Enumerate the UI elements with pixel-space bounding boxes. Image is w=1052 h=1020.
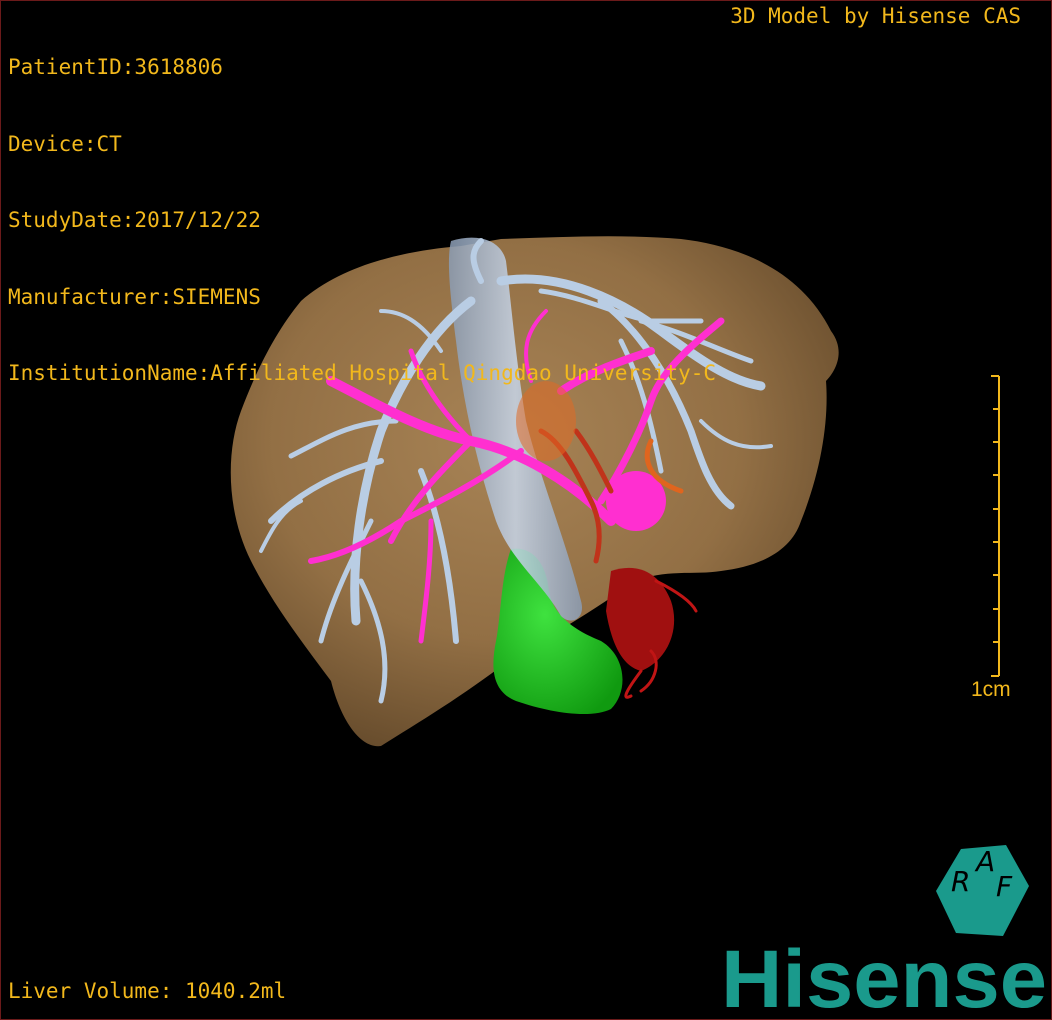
hisense-logo: Hisense [721, 937, 1047, 1017]
liver-volume: Liver Volume: 1040.2ml [8, 979, 287, 1003]
model-credit: 3D Model by Hisense CAS [730, 4, 1021, 28]
study-date: StudyDate:2017/12/22 [8, 208, 261, 232]
scale-label: 1cm [971, 678, 1011, 701]
raf-logo: R A F [936, 845, 1029, 936]
patient-id: PatientID:3618806 [8, 55, 223, 79]
raf-letter-r: R [951, 865, 970, 898]
raf-letter-a: A [974, 845, 995, 878]
celiac-trunk [606, 567, 675, 671]
manufacturer: Manufacturer:SIEMENS [8, 284, 261, 309]
scale-bar [991, 375, 1000, 677]
raf-letter-f: F [996, 870, 1013, 903]
3d-viewport[interactable]: PatientID:3618806 Device:CT StudyDate:20… [0, 0, 1052, 1020]
institution-name: InstitutionName:Affiliated Hospital Qing… [8, 361, 717, 385]
device: Device:CT [8, 131, 122, 156]
dicom-info: PatientID:3618806 Device:CT StudyDate:20… [8, 4, 716, 438]
svg-text:Hisense: Hisense [721, 937, 1047, 1017]
